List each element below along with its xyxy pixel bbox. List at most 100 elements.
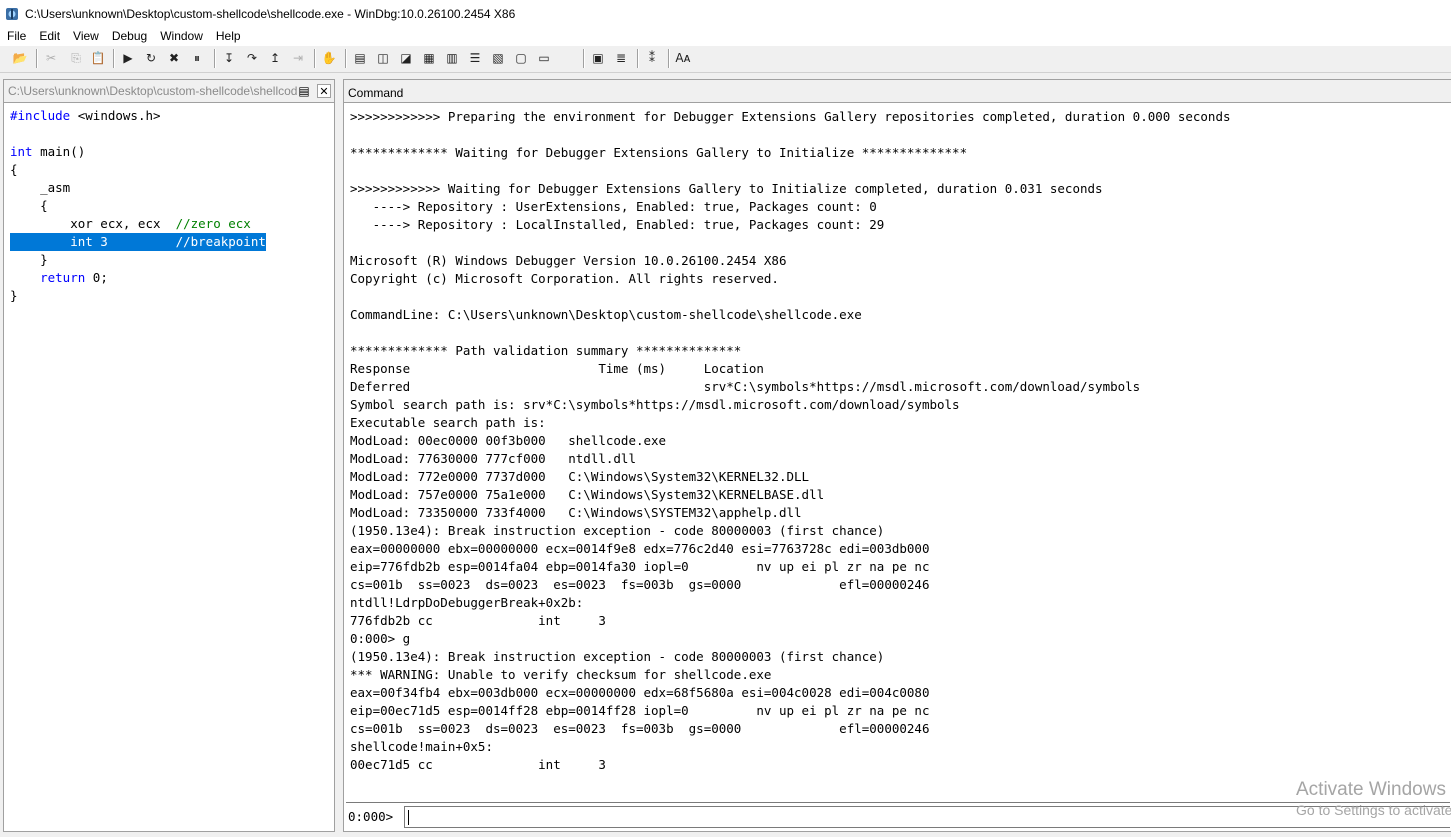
code-comment: //zero ecx [175,216,251,231]
output-line: ModLoad: 772e0000 7737d000 C:\Windows\Sy… [350,469,810,484]
source-mode-icon[interactable]: ▣ [590,50,606,66]
code-text: int 3 [10,234,176,249]
source-line[interactable]: { [10,161,332,179]
code-text: _asm [10,180,71,195]
source-line[interactable]: #include <windows.h> [10,107,332,125]
command-input[interactable] [404,806,1450,828]
memory-window-icon[interactable]: ▥ [444,50,460,66]
menu-edit[interactable]: Edit [31,27,65,46]
output-line: CommandLine: C:\Users\unknown\Desktop\cu… [350,307,862,322]
source-line[interactable]: _asm [10,179,332,197]
output-line: 0:000> g [350,631,411,646]
step-over-icon[interactable]: ↷ [244,50,260,66]
command-window-icon[interactable]: ▤ [352,50,368,66]
toolbar: 📂 ✂ ⎘ 📋 ▶ ↻ ✖ ⏸ ↧ ↷ ↥ ⇥ ✋ ▤ ◫ ◪ ▦ ▥ ☰ ▧ ▢ ▭ ▣ ≣ ⁑ Aᴀ [0,46,1451,73]
output-line: >>>>>>>>>>>> Waiting for Debugger Extens… [350,181,1103,196]
toolbar-separator [214,49,216,68]
menu-bar: File Edit View Debug Window Help [0,27,1451,46]
code-keyword: int [10,144,33,159]
title-bar: C:\Users\unknown\Desktop\custom-shellcod… [0,0,1451,27]
copy-icon[interactable]: ⎘ [68,50,84,66]
close-source-button[interactable]: ✕ [317,84,331,98]
activation-watermark: Activate Windows Go to Settings to activ… [1296,778,1451,819]
command-window-title: Command [348,86,404,100]
toolbar-separator [637,49,639,68]
source-line[interactable]: } [10,251,332,269]
output-line: ----> Repository : LocalInstalled, Enabl… [350,217,885,232]
step-out-icon[interactable]: ↥ [267,50,283,66]
code-text: } [10,252,48,267]
breakpoint-hand-icon[interactable]: ✋ [321,50,337,66]
menu-debug[interactable]: Debug [104,27,152,46]
source-line[interactable]: } [10,287,332,305]
go-icon[interactable]: ▶ [120,50,136,66]
output-line: Microsoft (R) Windows Debugger Version 1… [350,253,787,268]
locals-window-icon[interactable]: ◪ [398,50,414,66]
source-code[interactable]: #include <windows.h> int main(){ _asm { x… [10,107,332,305]
output-line: shellcode!main+0x5: [350,739,493,754]
menu-file[interactable]: File [0,27,31,46]
processes-threads-icon[interactable]: ▭ [536,50,552,66]
source-window-header: C:\Users\unknown\Desktop\custom-shellcod… [4,80,334,103]
output-line: Copyright (c) Microsoft Corporation. All… [350,271,779,286]
source-mode-toggle-icon[interactable]: ≣ [613,50,629,66]
output-line: ModLoad: 00ec0000 00f3b000 shellcode.exe [350,433,667,448]
output-line: *** WARNING: Unable to verify checksum f… [350,667,772,682]
font-icon[interactable]: Aᴀ [675,50,691,66]
scratch-pad-icon[interactable]: ▢ [513,50,529,66]
output-line: Response Time (ms) Location [350,361,764,376]
output-line: eip=00ec71d5 esp=0014ff28 ebp=0014ff28 i… [350,703,930,718]
output-line: eax=00000000 ebx=00000000 ecx=0014f9e8 e… [350,541,930,556]
watermark-line-1: Activate Windows [1296,779,1446,800]
source-line[interactable]: { [10,197,332,215]
code-text: { [10,198,48,213]
output-line: Executable search path is: [350,415,554,430]
menu-window[interactable]: Window [152,27,208,46]
output-line: ModLoad: 77630000 777cf000 ntdll.dll [350,451,636,466]
source-window: C:\Users\unknown\Desktop\custom-shellcod… [3,79,335,832]
output-line: 776fdb2b cc int 3 [350,613,606,628]
menu-view[interactable]: View [65,27,104,46]
open-icon[interactable]: 📂 [12,50,28,66]
output-line: Symbol search path is: srv*C:\symbols*ht… [350,397,960,412]
output-line: cs=001b ss=0023 ds=0023 es=0023 fs=003b … [350,721,930,736]
code-text: main() [32,144,86,159]
toolbar-separator [113,49,115,68]
code-keyword: #include [10,108,71,123]
source-line[interactable]: xor ecx, ecx //zero ecx [10,215,332,233]
registers-window-icon[interactable]: ▦ [421,50,437,66]
output-line: (1950.13e4): Break instruction exception… [350,523,885,538]
toolbar-separator [668,49,670,68]
restart-icon[interactable]: ↻ [143,50,159,66]
windbg-app-icon[interactable] [5,7,19,21]
step-into-icon[interactable]: ↧ [221,50,237,66]
hex-mode-icon[interactable]: ⁑ [644,50,660,66]
output-line: ************* Path validation summary **… [350,343,742,358]
output-line: Deferred srv*C:\symbols*https://msdl.mic… [350,379,1141,394]
source-line[interactable]: int main() [10,143,332,161]
watch-window-icon[interactable]: ◫ [375,50,391,66]
code-text: 0; [85,270,108,285]
cut-icon[interactable]: ✂ [43,50,59,66]
stop-debugging-icon[interactable]: ✖ [166,50,182,66]
command-prompt: 0:000> [348,809,394,824]
window-title: C:\Users\unknown\Desktop\custom-shellcod… [25,6,516,21]
break-icon[interactable]: ⏸ [189,50,205,66]
output-line: eax=00f34fb4 ebx=003db000 ecx=00000000 e… [350,685,930,700]
output-line: cs=001b ss=0023 ds=0023 es=0023 fs=003b … [350,577,930,592]
toolbar-separator [314,49,316,68]
command-output[interactable]: >>>>>>>>>>>> Preparing the environment f… [350,108,1450,798]
call-stack-window-icon[interactable]: ☰ [467,50,483,66]
source-line[interactable] [10,125,332,143]
document-icon[interactable]: ▤ [297,84,311,98]
disassembly-window-icon[interactable]: ▧ [490,50,506,66]
source-line-current[interactable]: int 3 //breakpoint [10,233,266,251]
paste-icon[interactable]: 📋 [90,50,106,66]
menu-help[interactable]: Help [208,27,246,46]
source-line[interactable]: return 0; [10,269,332,287]
run-to-cursor-icon[interactable]: ⇥ [290,50,306,66]
